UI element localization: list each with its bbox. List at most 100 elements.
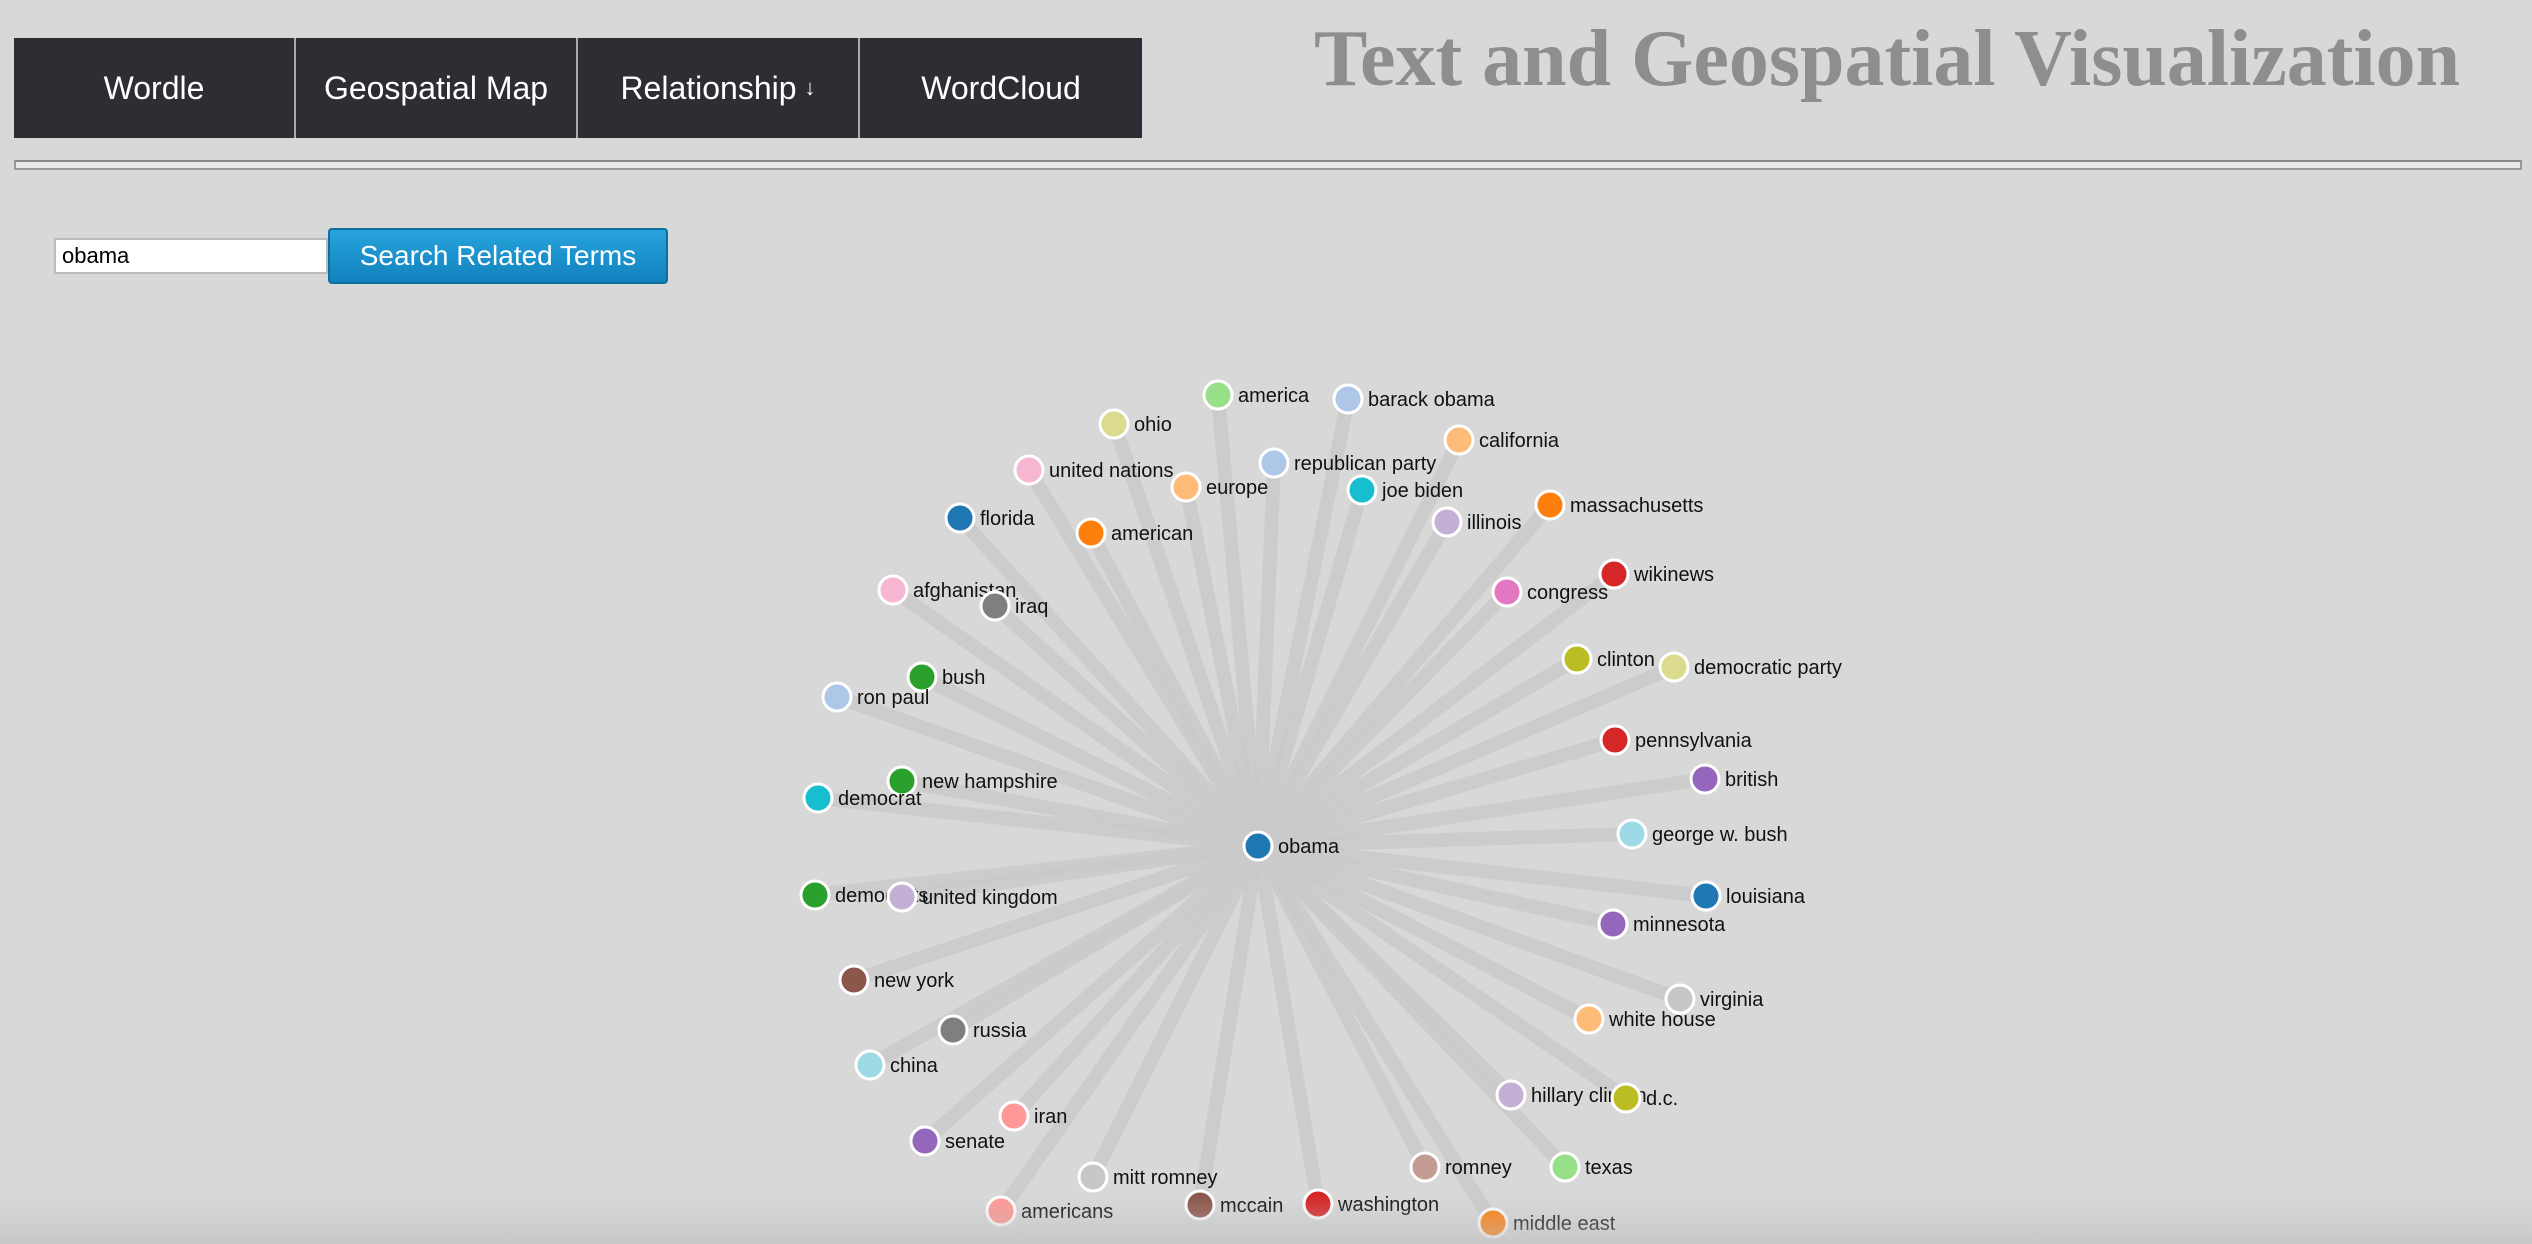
graph-node-label: texas <box>1585 1157 1633 1179</box>
graph-node-circle[interactable] <box>1573 1003 1605 1035</box>
graph-node-circle[interactable] <box>1431 506 1463 538</box>
graph-node[interactable]: united kingdom <box>886 881 1058 913</box>
graph-node[interactable]: americans <box>985 1195 1113 1227</box>
graph-node-circle[interactable] <box>998 1100 1030 1132</box>
graph-node-circle[interactable] <box>1098 408 1130 440</box>
graph-node[interactable]: iran <box>998 1100 1067 1132</box>
graph-node[interactable]: washington <box>1302 1188 1439 1220</box>
graph-node[interactable]: russia <box>937 1014 1027 1046</box>
graph-node[interactable]: ohio <box>1098 408 1172 440</box>
graph-node[interactable]: british <box>1689 763 1778 795</box>
graph-node[interactable]: middle east <box>1477 1207 1616 1239</box>
graph-node-circle[interactable] <box>1561 643 1593 675</box>
graph-node-circle[interactable] <box>985 1195 1017 1227</box>
graph-node-circle[interactable] <box>1477 1207 1509 1239</box>
graph-node[interactable]: iraq <box>979 590 1048 622</box>
graph-node-circle[interactable] <box>1409 1151 1441 1183</box>
graph-node[interactable]: barack obama <box>1332 383 1496 415</box>
graph-node[interactable]: new york <box>838 964 955 996</box>
graph-node-circle[interactable] <box>854 1049 886 1081</box>
graph-node[interactable]: d.c. <box>1610 1082 1678 1114</box>
graph-node-circle[interactable] <box>1534 489 1566 521</box>
graph-node[interactable]: wikinews <box>1598 558 1714 590</box>
graph-node-circle[interactable] <box>944 502 976 534</box>
graph-node[interactable]: american <box>1075 517 1193 549</box>
graph-node-circle[interactable] <box>1658 651 1690 683</box>
graph-node-label: romney <box>1445 1157 1512 1179</box>
graph-node-circle[interactable] <box>1689 763 1721 795</box>
graph-node-label: wikinews <box>1633 564 1714 586</box>
graph-node-circle[interactable] <box>1077 1161 1109 1193</box>
graph-node[interactable]: louisiana <box>1690 880 1806 912</box>
graph-node[interactable]: florida <box>944 502 1035 534</box>
graph-node-circle[interactable] <box>1075 517 1107 549</box>
graph-node[interactable]: congress <box>1491 576 1608 608</box>
graph-node-circle[interactable] <box>1242 830 1274 862</box>
graph-node-center[interactable]: obama <box>1242 830 1340 862</box>
graph-node[interactable]: europe <box>1170 471 1268 503</box>
graph-node-circle[interactable] <box>1597 908 1629 940</box>
graph-node[interactable]: america <box>1202 379 1310 411</box>
graph-node[interactable]: texas <box>1549 1151 1633 1183</box>
graph-node-label: pennsylvania <box>1635 730 1753 752</box>
graph-node-circle[interactable] <box>1013 454 1045 486</box>
graph-node-label: europe <box>1206 477 1268 499</box>
graph-node-circle[interactable] <box>1443 424 1475 456</box>
graph-node[interactable]: ron paul <box>821 681 929 713</box>
graph-node-label: american <box>1111 523 1193 545</box>
graph-node-circle[interactable] <box>838 964 870 996</box>
graph-node-label: clinton <box>1597 649 1655 671</box>
graph-node[interactable]: illinois <box>1431 506 1521 538</box>
graph-node[interactable]: romney <box>1409 1151 1512 1183</box>
graph-node[interactable]: mccain <box>1184 1189 1283 1221</box>
graph-node[interactable]: democratic party <box>1658 651 1842 683</box>
graph-node-circle[interactable] <box>1549 1151 1581 1183</box>
graph-node-label: new york <box>874 970 955 992</box>
graph-node[interactable]: republican party <box>1258 447 1436 479</box>
graph-node[interactable]: senate <box>909 1125 1005 1157</box>
graph-node-label: washington <box>1337 1194 1439 1216</box>
graph-node-circle[interactable] <box>877 574 909 606</box>
graph-node-label: senate <box>945 1131 1005 1153</box>
graph-node-label: florida <box>980 508 1035 530</box>
graph-node-label: united kingdom <box>922 887 1058 909</box>
graph-node-circle[interactable] <box>1491 576 1523 608</box>
graph-node-circle[interactable] <box>909 1125 941 1157</box>
graph-node[interactable]: minnesota <box>1597 908 1726 940</box>
graph-node[interactable]: massachusetts <box>1534 489 1703 521</box>
graph-node[interactable]: joe biden <box>1346 474 1463 506</box>
graph-node-circle[interactable] <box>1202 379 1234 411</box>
graph-node-circle[interactable] <box>1170 471 1202 503</box>
graph-node-circle[interactable] <box>821 681 853 713</box>
graph-node[interactable]: united nations <box>1013 454 1174 486</box>
graph-node-circle[interactable] <box>802 782 834 814</box>
graph-node-label: british <box>1725 769 1778 791</box>
graph-node-circle[interactable] <box>1616 818 1648 850</box>
graph-node-circle[interactable] <box>1610 1082 1642 1114</box>
graph-node[interactable]: pennsylvania <box>1599 724 1753 756</box>
graph-node-label: joe biden <box>1381 480 1463 502</box>
graph-node[interactable]: clinton <box>1561 643 1655 675</box>
graph-node-circle[interactable] <box>1258 447 1290 479</box>
graph-node-circle[interactable] <box>799 879 831 911</box>
graph-node-circle[interactable] <box>1599 724 1631 756</box>
graph-node-circle[interactable] <box>1302 1188 1334 1220</box>
graph-node-label: democratic party <box>1694 657 1842 679</box>
graph-node-circle[interactable] <box>1346 474 1378 506</box>
graph-node-circle[interactable] <box>937 1014 969 1046</box>
graph-node-circle[interactable] <box>979 590 1011 622</box>
graph-node[interactable]: china <box>854 1049 939 1081</box>
graph-node[interactable]: mitt romney <box>1077 1161 1217 1193</box>
graph-node-label: russia <box>973 1020 1027 1042</box>
graph-node[interactable]: california <box>1443 424 1560 456</box>
graph-node-circle[interactable] <box>1332 383 1364 415</box>
graph-node-circle[interactable] <box>886 881 918 913</box>
graph-node[interactable]: white house <box>1573 1003 1716 1035</box>
graph-node-label: illinois <box>1467 512 1521 534</box>
graph-node-circle[interactable] <box>1495 1079 1527 1111</box>
graph-node-circle[interactable] <box>1184 1189 1216 1221</box>
graph-node[interactable]: democrat <box>802 782 922 814</box>
graph-node[interactable]: george w. bush <box>1616 818 1788 850</box>
graph-node-circle[interactable] <box>1690 880 1722 912</box>
graph-node-label: ohio <box>1134 414 1172 436</box>
